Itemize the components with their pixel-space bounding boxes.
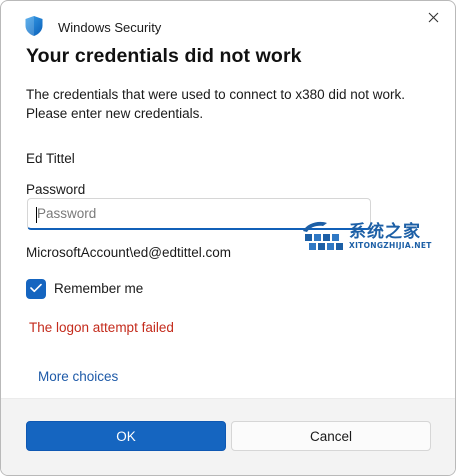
cancel-button[interactable]: Cancel	[231, 421, 431, 451]
credentials-dialog: Windows Security Your credentials did no…	[0, 0, 456, 476]
checkmark-icon	[30, 280, 42, 298]
remember-me-checkbox[interactable]	[26, 279, 46, 299]
close-button[interactable]	[419, 7, 447, 31]
password-label: Password	[26, 182, 86, 197]
shield-icon	[24, 15, 44, 37]
dialog-description: The credentials that were used to connec…	[26, 85, 436, 123]
button-footer: OK Cancel	[1, 398, 455, 475]
description-line-1: The credentials that were used to connec…	[26, 87, 405, 102]
password-field-container	[27, 198, 371, 230]
dialog-heading: Your credentials did not work	[26, 45, 302, 67]
account-name: MicrosoftAccount\ed@edtittel.com	[26, 245, 232, 260]
more-choices-link[interactable]: More choices	[38, 369, 118, 384]
password-input[interactable]	[28, 199, 370, 228]
title-bar: Windows Security	[1, 1, 455, 41]
ok-button[interactable]: OK	[26, 421, 226, 451]
close-icon	[428, 10, 439, 28]
username-text: Ed Tittel	[26, 151, 75, 166]
remember-me-label[interactable]: Remember me	[54, 281, 143, 296]
error-message: The logon attempt failed	[29, 320, 174, 335]
description-line-2: Please enter new credentials.	[26, 106, 204, 121]
window-title: Windows Security	[58, 20, 162, 35]
text-caret	[36, 207, 37, 223]
watermark-sub-text: XITONGZHIJIA.NET	[349, 241, 432, 250]
